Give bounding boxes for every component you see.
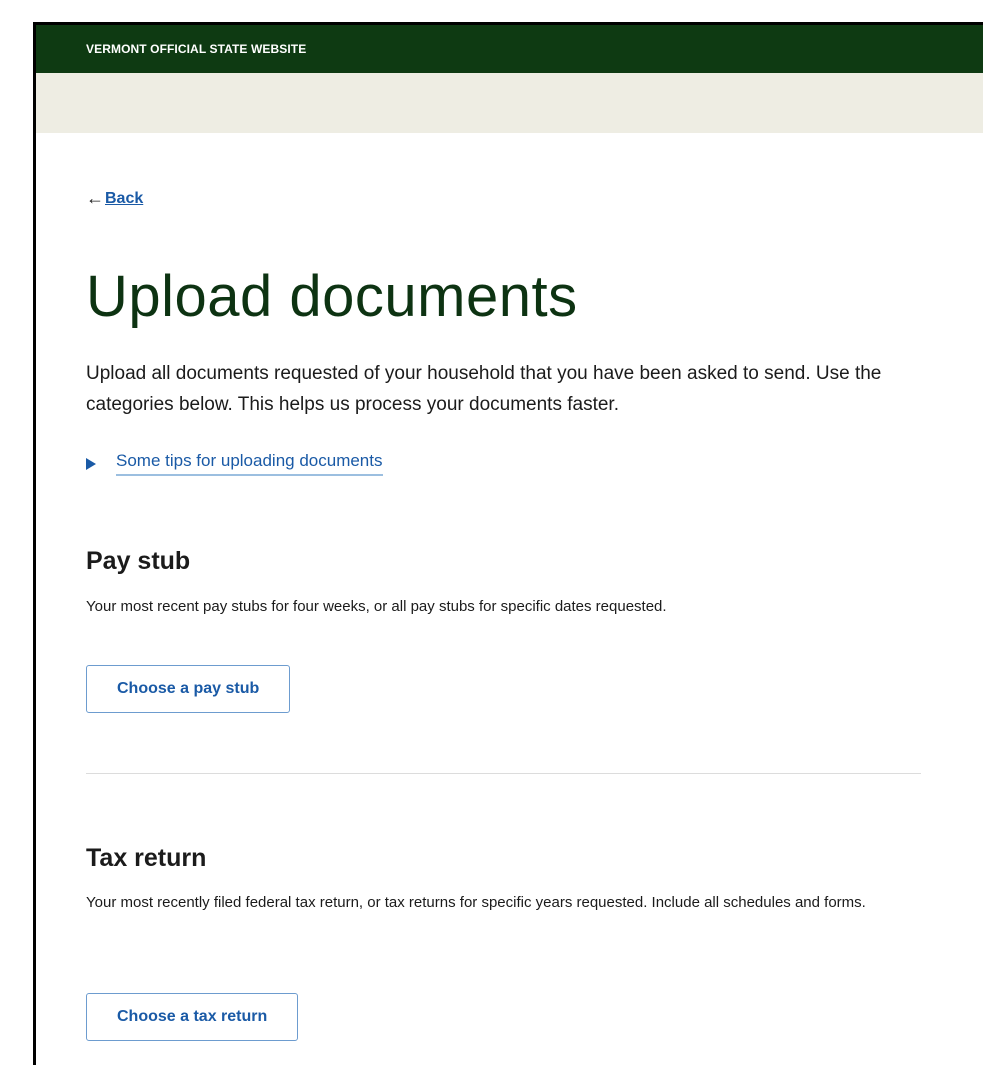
page-title: Upload documents [86, 264, 578, 329]
choose-pay-stub-button[interactable]: Choose a pay stub [86, 665, 291, 713]
section-divider [86, 773, 921, 774]
tips-label: Some tips for uploading documents [116, 451, 383, 476]
arrow-left-icon: ← [86, 188, 104, 208]
official-site-banner: VERMONT OFFICIAL STATE WEBSITE [36, 25, 983, 73]
window-frame-left [33, 22, 36, 1065]
banner-text: VERMONT OFFICIAL STATE WEBSITE [86, 42, 307, 56]
back-link-label: Back [105, 189, 144, 207]
section-description-tax-return: Your most recently filed federal tax ret… [86, 894, 866, 911]
site-header [36, 73, 983, 133]
section-heading-tax-return: Tax return [86, 844, 207, 872]
section-description-pay-stub: Your most recent pay stubs for four week… [86, 598, 667, 615]
caret-right-icon [86, 457, 96, 470]
tips-disclosure[interactable]: Some tips for uploading documents [86, 451, 383, 476]
intro-text: Upload all documents requested of your h… [86, 363, 882, 415]
section-heading-pay-stub: Pay stub [86, 547, 191, 575]
choose-tax-return-button[interactable]: Choose a tax return [86, 993, 299, 1041]
back-link[interactable]: ← Back [86, 188, 143, 209]
